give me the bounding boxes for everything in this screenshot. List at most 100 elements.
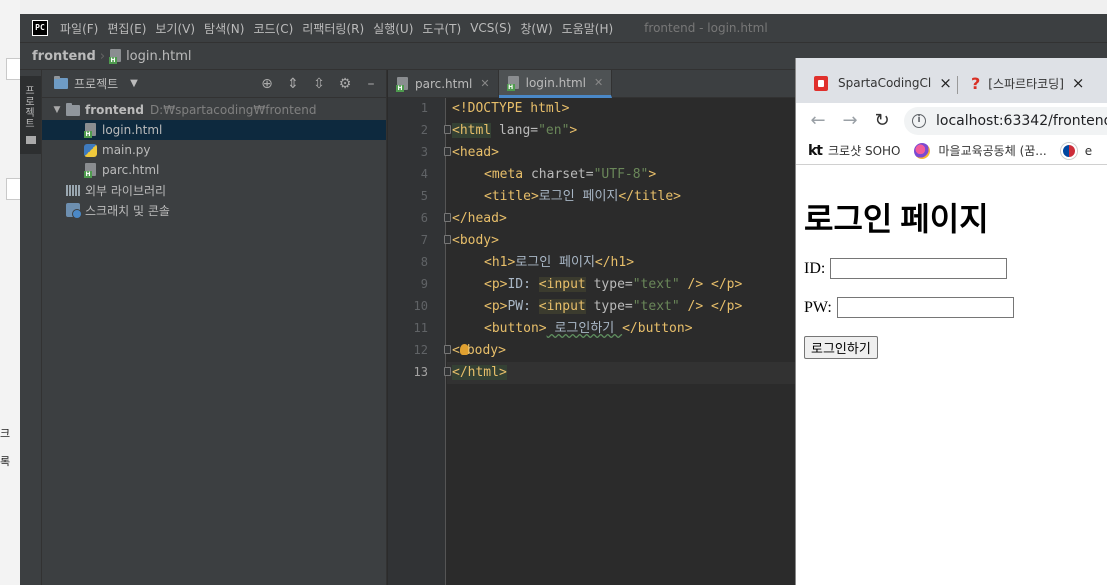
tree-external-libraries[interactable]: 외부 라이브러리 <box>42 180 386 200</box>
pw-input[interactable] <box>836 297 1014 318</box>
line-number: 12 <box>413 343 428 357</box>
background-input-edge <box>6 58 20 80</box>
tag-token: </html> <box>452 365 507 380</box>
root-folder-path: D:₩spartacoding₩frontend <box>149 103 317 117</box>
code-line-5: <title>로그인 페이지</title> <box>484 186 681 208</box>
code-line-9: <p>ID: <input type="text" /> </p> <box>484 274 742 296</box>
fold-marker-icon[interactable] <box>444 147 451 156</box>
bookmark-kt[interactable]: kt 크로샷 SOHO <box>808 142 900 159</box>
code-line-2: <html lang="en"> <box>452 120 577 142</box>
menu-file[interactable]: 파일(F) <box>60 20 98 37</box>
menu-refactor[interactable]: 리팩터링(R) <box>302 20 364 37</box>
menu-code[interactable]: 코드(C) <box>253 20 293 37</box>
menu-view[interactable]: 보기(V) <box>155 20 195 37</box>
project-tool-tab[interactable]: 프로젝트 <box>20 76 41 154</box>
bookmark-community[interactable]: 마을교육공동체 (꿈... <box>914 142 1047 159</box>
login-button[interactable]: 로그인하기 <box>804 336 878 359</box>
code-line-12: < body> <box>452 340 506 362</box>
line-gutter: 1 2 3 4 5 6 7 8 9 10 11 12 13 <box>388 98 446 585</box>
tag-token: </p> <box>711 299 743 314</box>
tab-label: parc.html <box>415 76 473 91</box>
line-number: 6 <box>420 211 428 225</box>
reload-icon[interactable]: ↻ <box>866 110 898 131</box>
menu-edit[interactable]: 편집(E) <box>107 20 146 37</box>
fold-marker-icon[interactable] <box>444 367 451 376</box>
code-line-3: <head> <box>452 142 499 164</box>
tag-token: > <box>648 167 657 182</box>
line-number: 10 <box>413 299 428 313</box>
menu-help[interactable]: 도움말(H) <box>562 20 614 37</box>
tag-token: <meta <box>484 167 524 182</box>
back-arrow-icon[interactable]: ← <box>802 110 834 131</box>
code-line-8: <h1>로그인 페이지</h1> <box>484 252 634 274</box>
menu-vcs[interactable]: VCS(S) <box>470 21 511 35</box>
tag-token: body> <box>466 343 506 358</box>
tag-token: </title> <box>618 189 682 204</box>
tag-token: <p> <box>484 277 508 292</box>
html-file-icon <box>84 123 97 138</box>
background-text: 크 <box>0 427 11 440</box>
tag-token: </p> <box>711 277 743 292</box>
bookmark-gov[interactable]: e <box>1060 142 1092 159</box>
scratches-label: 스크래치 및 콘솔 <box>85 203 170 218</box>
gear-icon[interactable]: ⚙ <box>338 76 352 92</box>
fold-marker-icon[interactable] <box>444 213 451 222</box>
info-icon[interactable]: i <box>912 114 926 128</box>
tree-root-folder[interactable]: ▼ frontend D:₩spartacoding₩frontend <box>42 100 386 120</box>
minimize-icon[interactable]: – <box>364 76 378 92</box>
browser-tab-spartacoding[interactable]: SpartaCodingCl × <box>814 68 952 98</box>
fold-marker-icon[interactable] <box>444 345 451 354</box>
tab-login-html[interactable]: login.html ✕ <box>498 70 613 98</box>
close-icon[interactable]: × <box>939 74 952 92</box>
text-token: 로그인하기 <box>546 321 623 336</box>
menu-run[interactable]: 실행(U) <box>373 20 413 37</box>
menu-window[interactable]: 창(W) <box>520 20 552 37</box>
value-token: "UTF-8" <box>593 167 649 182</box>
tree-scratches[interactable]: 스크래치 및 콘솔 <box>42 200 386 220</box>
collapse-all-icon[interactable]: ⇳ <box>312 76 326 92</box>
project-panel-title[interactable]: 프로젝트 <box>74 75 118 92</box>
tree-file-parc[interactable]: parc.html <box>42 160 386 180</box>
code-line-7: <body> <box>452 230 499 252</box>
menu-tools[interactable]: 도구(T) <box>422 20 461 37</box>
id-input[interactable] <box>830 258 1008 279</box>
expand-all-icon[interactable]: ⇕ <box>286 76 300 92</box>
menu-bar: PC 파일(F) 편집(E) 보기(V) 탐색(N) 코드(C) 리팩터링(R)… <box>20 14 1107 42</box>
pw-field-row: PW: <box>804 297 1014 318</box>
close-icon[interactable]: ✕ <box>480 77 489 90</box>
close-icon[interactable]: ✕ <box>594 76 603 89</box>
browser-tab-title: SpartaCodingCl <box>838 76 932 90</box>
forward-arrow-icon[interactable]: → <box>834 110 866 131</box>
line-number: 7 <box>420 233 428 247</box>
pycharm-logo-icon[interactable]: PC <box>32 20 48 36</box>
expand-arrow-icon[interactable]: ▼ <box>50 105 64 115</box>
menu-navigate[interactable]: 탐색(N) <box>204 20 244 37</box>
sparta-favicon-icon <box>814 75 828 91</box>
tag-token: /> <box>679 277 712 292</box>
line-number: 8 <box>420 255 428 269</box>
tool-window-strip: 프로젝트 <box>20 70 42 585</box>
tag-token: > <box>569 123 578 138</box>
tag-token: <h1> <box>484 255 516 270</box>
tree-file-main[interactable]: main.py <box>42 140 386 160</box>
tag-token: < <box>452 343 460 358</box>
tree-file-login[interactable]: login.html <box>42 120 386 140</box>
close-icon[interactable]: × <box>1072 74 1085 92</box>
tag-token: </h1> <box>594 255 635 270</box>
breadcrumb-root[interactable]: frontend <box>32 49 96 64</box>
breadcrumb-file[interactable]: login.html <box>126 49 191 64</box>
tab-parc-html[interactable]: parc.html ✕ <box>388 70 499 97</box>
chevron-down-icon[interactable]: ▼ <box>130 78 138 89</box>
code-line-1: <!DOCTYPE html> <box>452 98 569 120</box>
locate-icon[interactable]: ⊕ <box>260 76 274 92</box>
fold-marker-icon[interactable] <box>444 125 451 134</box>
line-number: 5 <box>420 189 428 203</box>
tag-token: <p> <box>484 299 508 314</box>
html-file-icon <box>396 76 409 92</box>
fold-marker-icon[interactable] <box>444 235 451 244</box>
pw-label: PW: <box>804 298 832 316</box>
text-token: 로그인 페이지 <box>538 189 619 204</box>
browser-tab-sparta-2[interactable]: ? [스파르타코딩] × <box>971 68 1084 98</box>
tag-token: <input <box>538 299 586 314</box>
address-bar[interactable]: i localhost:63342/frontend/lo <box>904 107 1107 135</box>
